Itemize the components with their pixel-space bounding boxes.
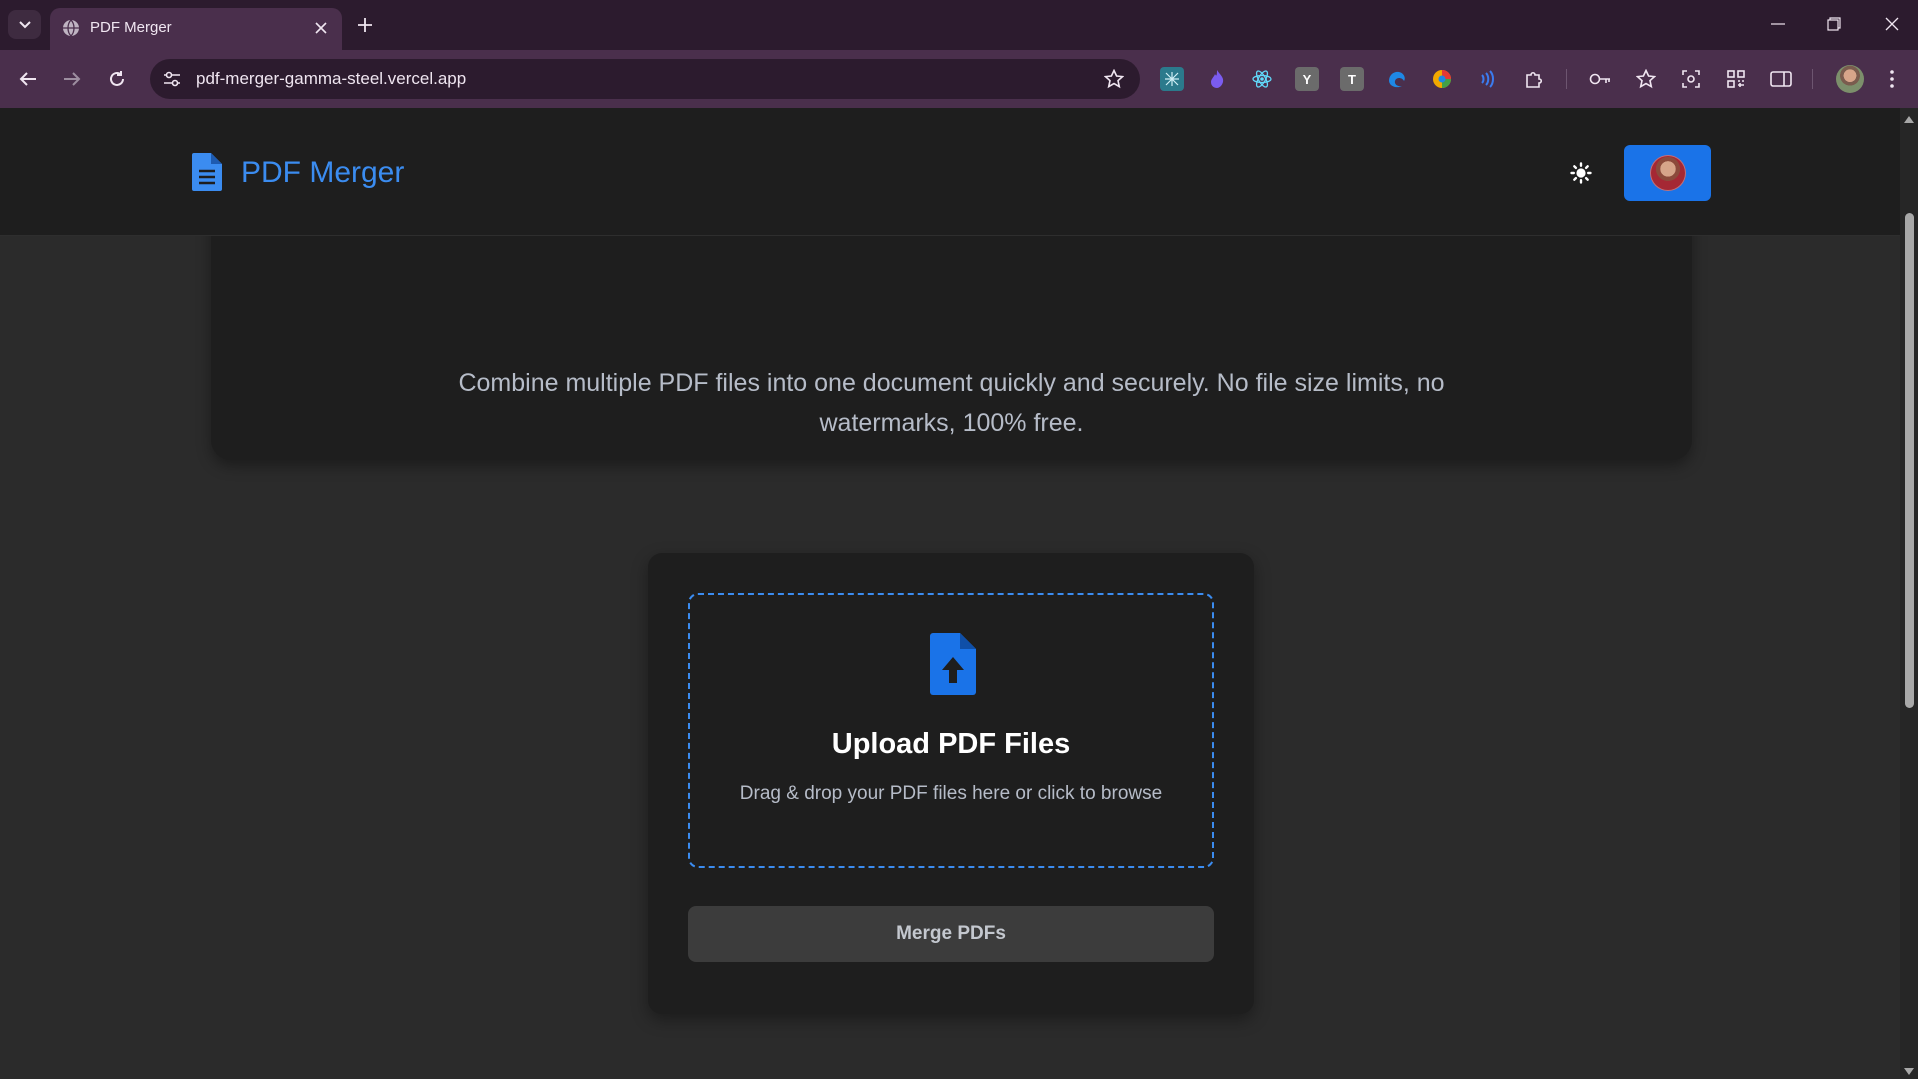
new-tab-button[interactable] [352, 12, 378, 38]
plus-icon [358, 18, 372, 32]
user-menu-button[interactable] [1624, 145, 1711, 201]
tab-search-button[interactable] [8, 10, 41, 39]
page-scrollbar[interactable] [1900, 108, 1918, 1079]
merge-card: Upload PDF Files Drag & drop your PDF fi… [648, 553, 1254, 1014]
theme-toggle-button[interactable] [1568, 160, 1594, 186]
tab-active[interactable]: PDF Merger [50, 8, 342, 50]
forward-button[interactable] [56, 63, 88, 95]
extensions-puzzle-icon[interactable] [1522, 67, 1546, 91]
globe-icon [63, 19, 79, 37]
site-header: PDF Merger [0, 108, 1900, 236]
toolbar-separator [1812, 69, 1813, 89]
tab-title: PDF Merger [90, 19, 172, 36]
site-logo-text[interactable]: PDF Merger [241, 155, 404, 191]
tab-strip: PDF Merger [0, 0, 1918, 50]
ext-t-icon[interactable]: T [1340, 67, 1364, 91]
screenshot-icon[interactable] [1679, 67, 1703, 91]
qr-code-icon[interactable] [1724, 67, 1748, 91]
sidebar-panel-icon[interactable] [1769, 67, 1793, 91]
upload-dropzone[interactable]: Upload PDF Files Drag & drop your PDF fi… [688, 593, 1214, 868]
browser-window: PDF Merger pdf-merger-gamma-steel.vercel… [0, 0, 1918, 1079]
close-window-button[interactable] [1872, 8, 1912, 40]
ext-color-icon[interactable] [1430, 67, 1454, 91]
file-document-icon [192, 153, 222, 191]
favorites-star-icon[interactable] [1634, 67, 1658, 91]
ext-react-icon[interactable] [1250, 67, 1274, 91]
reload-icon [110, 71, 124, 86]
ext-grid-icon[interactable] [1160, 67, 1184, 91]
browser-toolbar: pdf-merger-gamma-steel.vercel.app Y T [0, 50, 1918, 108]
arrow-left-icon [19, 72, 36, 86]
page: PDF Merger Combine multiple PDF files in… [0, 108, 1900, 1079]
sun-icon [1570, 162, 1592, 184]
back-button[interactable] [12, 63, 44, 95]
chevron-down-icon [18, 20, 31, 28]
restore-button[interactable] [1814, 8, 1854, 40]
minimize-icon [1771, 23, 1785, 25]
close-icon [315, 22, 327, 34]
avatar [1649, 155, 1686, 191]
ext-sound-icon[interactable] [1475, 67, 1499, 91]
file-upload-icon [930, 633, 976, 695]
tune-icon [164, 71, 180, 87]
close-icon [1885, 17, 1899, 31]
hero-description: Combine multiple PDF files into one docu… [458, 369, 1445, 437]
menu-button[interactable] [1880, 67, 1904, 91]
kebab-menu-icon [1890, 70, 1894, 88]
toolbar-separator [1566, 69, 1567, 89]
bookmark-button[interactable] [1102, 67, 1126, 91]
password-key-icon[interactable] [1588, 67, 1612, 91]
scrollbar-thumb[interactable] [1905, 213, 1914, 708]
upload-title: Upload PDF Files [831, 728, 1071, 760]
ext-y-icon[interactable]: Y [1295, 67, 1319, 91]
address-bar[interactable]: pdf-merger-gamma-steel.vercel.app [150, 59, 1140, 99]
site-info-button[interactable] [160, 67, 184, 91]
arrow-right-icon [64, 72, 81, 86]
ext-flame-icon[interactable] [1205, 67, 1229, 91]
tab-close-button[interactable] [310, 17, 332, 39]
url-text[interactable]: pdf-merger-gamma-steel.vercel.app [196, 69, 466, 89]
ext-edge-icon[interactable] [1385, 67, 1409, 91]
scroll-up-arrow[interactable] [1904, 116, 1914, 123]
reload-button[interactable] [101, 63, 133, 95]
upload-subtitle: Drag & drop your PDF files here or click… [739, 783, 1163, 804]
profile-avatar[interactable] [1836, 65, 1864, 93]
restore-icon [1827, 17, 1841, 31]
scroll-down-arrow[interactable] [1904, 1068, 1914, 1075]
minimize-button[interactable] [1758, 8, 1798, 40]
star-icon [1104, 69, 1124, 89]
merge-pdfs-button[interactable]: Merge PDFs [688, 906, 1214, 962]
